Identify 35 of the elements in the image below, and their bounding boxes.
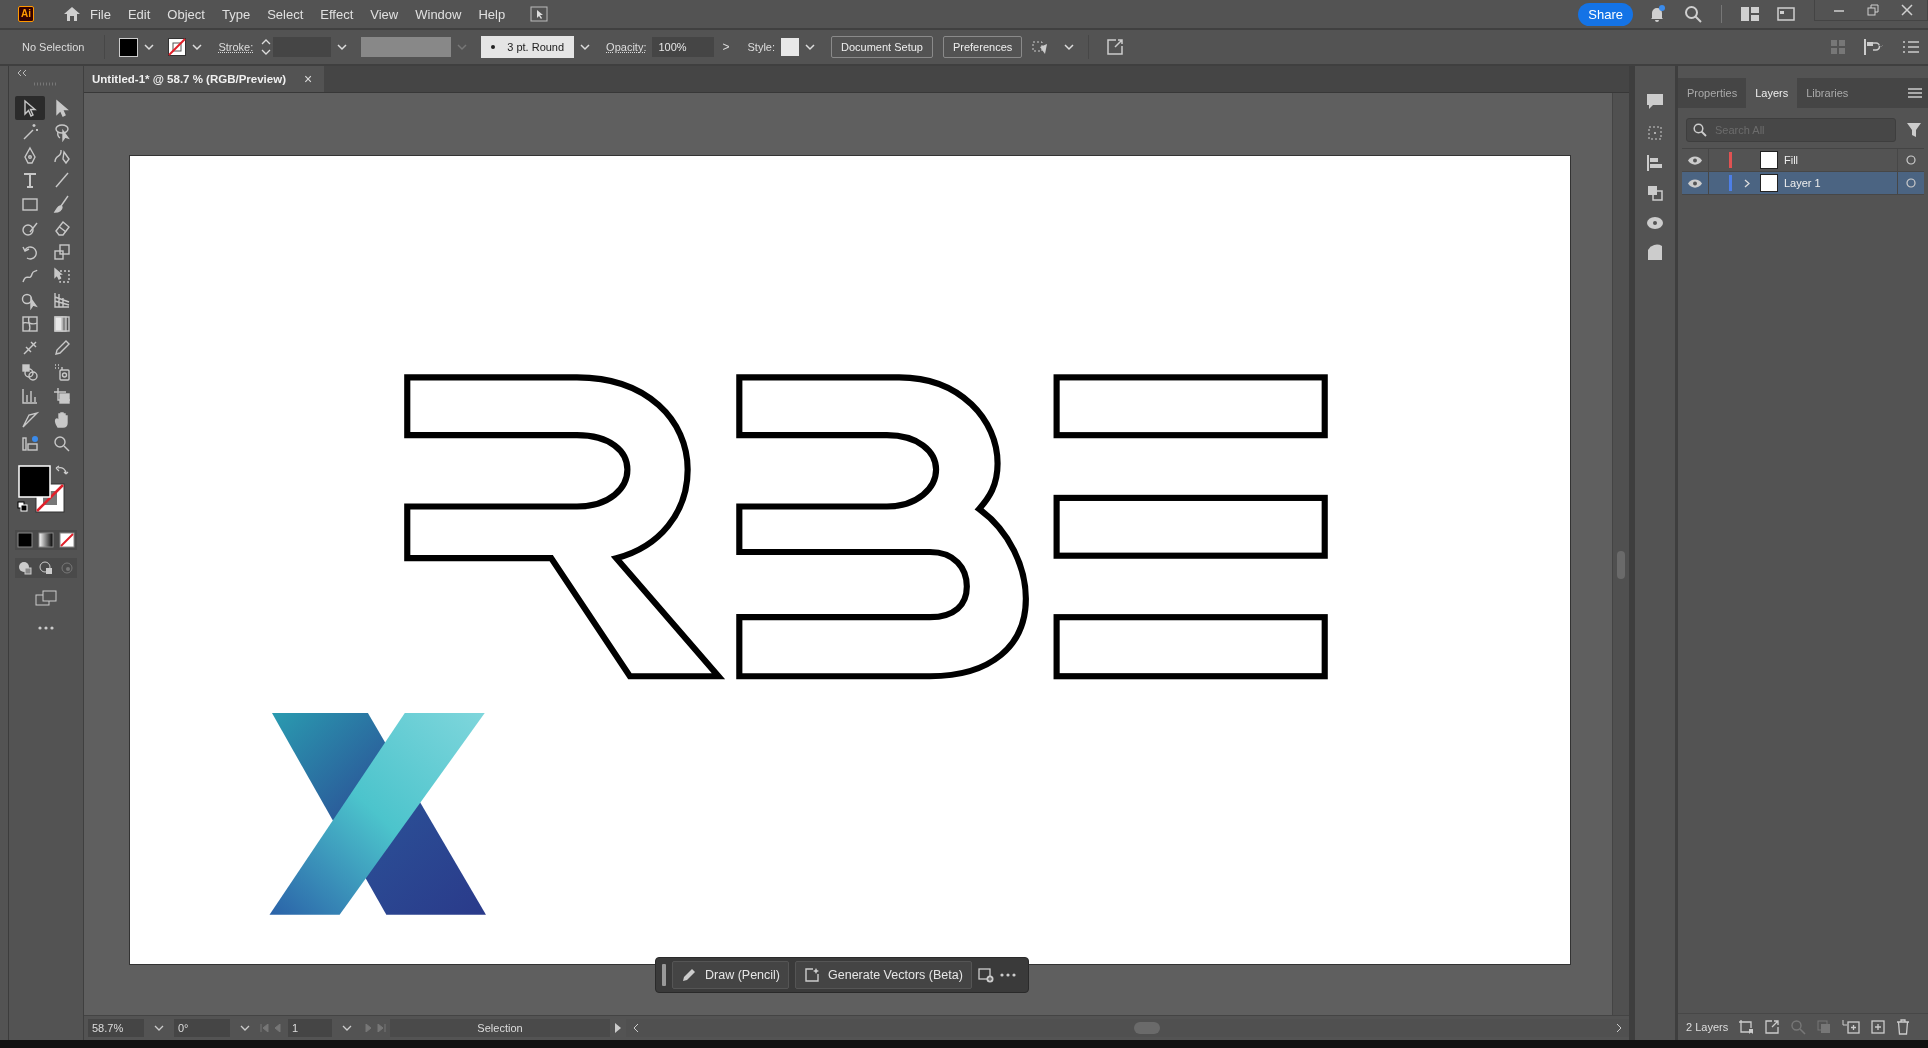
layer-row[interactable]: Layer 1 xyxy=(1682,172,1924,195)
opacity-field[interactable]: 100% xyxy=(652,37,715,57)
style-label: Style: xyxy=(747,41,775,53)
toolbar-button[interactable]: Preferences xyxy=(942,36,1023,58)
document-tab[interactable]: Untitled-1* @ 58.7 % (RGB/Preview) × xyxy=(84,66,325,92)
current-tool-status: Selection xyxy=(390,1019,610,1037)
menu-item[interactable]: Edit xyxy=(127,6,151,22)
tab-close[interactable]: × xyxy=(304,71,313,87)
menu-item[interactable]: Type xyxy=(221,6,251,22)
menu-item[interactable]: Effect xyxy=(320,6,354,22)
layer-name: Fill xyxy=(1784,154,1800,166)
opacity-label[interactable]: Opacity: xyxy=(606,41,647,53)
panel-tab[interactable]: Libraries xyxy=(1797,78,1858,108)
taskbar-button[interactable]: Generate Vectors (Beta) xyxy=(795,961,972,989)
zoom-dropdown[interactable]: 58.7% xyxy=(88,1019,144,1037)
menu-item[interactable]: View xyxy=(370,6,399,22)
artboard-dropdown[interactable]: 1 xyxy=(288,1019,332,1037)
app-logo: Ai xyxy=(18,6,34,22)
panel-tab[interactable]: Layers xyxy=(1746,78,1798,108)
layer-name: Layer 1 xyxy=(1784,177,1822,189)
rotation-dropdown[interactable]: 0° xyxy=(174,1019,230,1037)
selection-status: No Selection xyxy=(22,41,85,53)
menu-item[interactable]: Help xyxy=(478,6,506,22)
share-button[interactable]: Share xyxy=(1578,2,1633,26)
menu-item[interactable]: Object xyxy=(167,6,205,22)
panel-tab[interactable]: Properties xyxy=(1678,78,1747,108)
menu-item[interactable]: Select xyxy=(267,6,304,22)
taskbar-button[interactable]: Draw (Pencil) xyxy=(672,961,789,989)
menu-item[interactable]: Window xyxy=(415,6,462,22)
opacity-arrow[interactable]: > xyxy=(722,40,730,54)
layer-count: 2 Layers xyxy=(1686,1021,1729,1033)
stroke-label: Stroke: xyxy=(218,41,254,53)
brush-dropdown[interactable]: 3 pt. Round xyxy=(481,36,575,58)
toolbar-button[interactable]: Document Setup xyxy=(831,36,933,58)
menu-item[interactable]: File xyxy=(90,6,111,22)
